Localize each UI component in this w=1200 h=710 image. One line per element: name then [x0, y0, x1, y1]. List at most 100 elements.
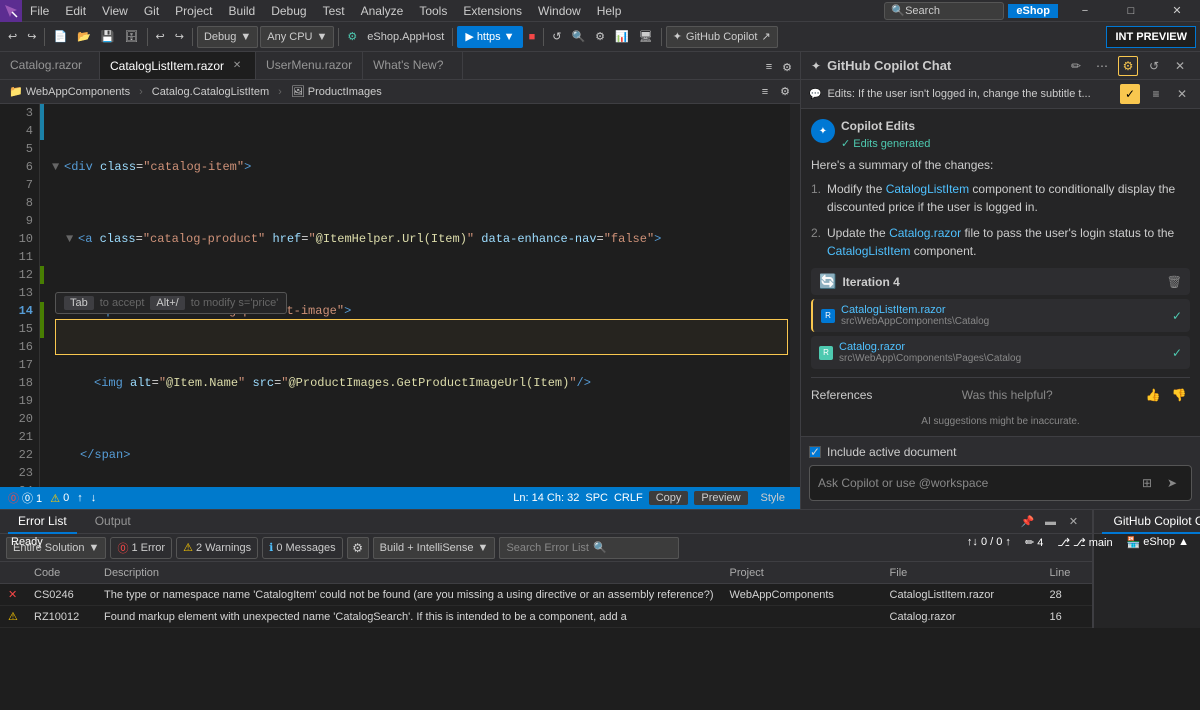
run-button[interactable]: ▶ https ▼ [457, 26, 522, 48]
down-arrow-icon[interactable]: ↓ [91, 492, 97, 504]
status-branch[interactable]: ⎇ ⎇ main [1054, 536, 1115, 549]
copilot-send-button[interactable]: ➤ [1161, 472, 1183, 494]
error-row-cs0246[interactable]: ✕ CS0246 The type or namespace name 'Cat… [0, 584, 1092, 606]
panel-minimize-button[interactable]: ▬ [1041, 512, 1061, 532]
menu-test[interactable]: Test [315, 0, 353, 22]
copilot-apply-button[interactable]: ✓ [1120, 84, 1140, 104]
close-button[interactable]: ✕ [1154, 0, 1200, 22]
save-all-button[interactable]: 🗄 [121, 25, 143, 49]
tab-error-list[interactable]: Error List [8, 510, 77, 534]
copilot-link-catalog-razor[interactable]: Catalog.razor [889, 226, 961, 240]
tab-settings-button[interactable]: ⚙ [778, 55, 796, 79]
menu-project[interactable]: Project [167, 0, 220, 22]
status-ready[interactable]: Ready [8, 536, 46, 548]
collapse-4[interactable]: ▼ [66, 230, 78, 248]
style-button[interactable]: Style [754, 491, 792, 505]
warning-row-rz10012[interactable]: ⚠ RZ10012 Found markup element with unex… [0, 606, 1092, 628]
undo-button[interactable]: ↩ [152, 25, 169, 49]
redo-button[interactable]: ↪ [171, 25, 188, 49]
editor-scrollbar[interactable] [790, 104, 800, 487]
copilot-body[interactable]: ✦ Copilot Edits ✓ Edits generated Here's… [801, 109, 1200, 436]
status-nav[interactable]: ↑↓ 0 / 0 ↑ [964, 536, 1014, 549]
menu-file[interactable]: File [22, 0, 57, 22]
platform-dropdown[interactable]: Any CPU ▼ [260, 26, 334, 48]
path-bar-expand[interactable]: ⚙ [776, 80, 794, 104]
forward-button[interactable]: ↪ [23, 25, 40, 49]
include-active-doc-checkbox[interactable]: ✓ [809, 446, 821, 458]
iteration-ref[interactable]: 🔄 Iteration 4 🗑 [811, 268, 1190, 295]
back-button[interactable]: ↩ [4, 25, 21, 49]
build-dropdown[interactable]: Build + IntelliSense ▼ [373, 537, 496, 559]
copilot-input-row[interactable]: Ask Copilot or use @workspace ⊞ ➤ [809, 465, 1192, 501]
menu-window[interactable]: Window [530, 0, 589, 22]
error-filter-icon[interactable]: ⚙ [347, 537, 369, 559]
copilot-grid-icon[interactable]: ⊞ [1136, 472, 1158, 494]
collapse-3[interactable]: ▼ [52, 158, 64, 176]
status-eshop[interactable]: 🏪 eShop ▲ [1124, 536, 1192, 549]
menu-edit[interactable]: Edit [57, 0, 94, 22]
file-ref-cataloglistitem[interactable]: R CatalogListItem.razor src\WebAppCompon… [811, 299, 1190, 332]
github-copilot-button[interactable]: ✦ GitHub Copilot ↗ [666, 26, 778, 48]
copilot-close-button[interactable]: ✕ [1170, 56, 1190, 76]
menu-analyze[interactable]: Analyze [353, 0, 412, 22]
panel-close-button[interactable]: ✕ [1064, 512, 1084, 532]
tab-whats-new[interactable]: What's New? [363, 52, 463, 79]
file-ref-catalog-razor[interactable]: R Catalog.razor src\WebApp\Components\Pa… [811, 336, 1190, 369]
copy-button[interactable]: Copy [649, 491, 689, 505]
col-description[interactable]: Description [96, 567, 722, 579]
path-bar-settings[interactable]: ≡ [758, 80, 772, 104]
toolbar-btn-10[interactable]: 🖥 [635, 25, 657, 49]
editor-area[interactable]: Tab to accept Alt+/ to modify s='price' … [0, 104, 800, 487]
up-arrow-icon[interactable]: ↑ [77, 492, 83, 504]
toolbar-btn-8[interactable]: ⚙ [591, 25, 609, 49]
tab-list-button[interactable]: ≡ [762, 55, 776, 79]
bottom-tab-copilot[interactable]: GitHub Copilot Chat [1102, 510, 1200, 534]
tab-output[interactable]: Output [85, 510, 141, 534]
hint-tab-label[interactable]: Tab [64, 296, 94, 310]
copilot-link-cataloglistitem-2[interactable]: CatalogListItem [827, 244, 910, 258]
menu-help[interactable]: Help [589, 0, 630, 22]
maximize-button[interactable]: □ [1108, 0, 1154, 22]
save-button[interactable]: 💾 [97, 25, 119, 49]
copilot-link-cataloglistitem-1[interactable]: CatalogListItem [886, 182, 969, 196]
col-file[interactable]: File [882, 567, 1042, 579]
copilot-refresh-button[interactable]: ↺ [1144, 56, 1164, 76]
minimize-button[interactable]: − [1062, 0, 1108, 22]
col-project[interactable]: Project [722, 567, 882, 579]
apphost-label[interactable]: eShop.AppHost [363, 25, 448, 49]
error-count-badge[interactable]: ⓪ 1 Error [110, 537, 172, 559]
tab-catalog-razor[interactable]: Catalog.razor [0, 52, 100, 79]
status-pencil[interactable]: ✏ 4 [1022, 536, 1046, 549]
config-dropdown[interactable]: Debug ▼ [197, 26, 258, 48]
menu-build[interactable]: Build [221, 0, 264, 22]
iteration-trash-icon[interactable]: 🗑 [1167, 275, 1182, 289]
copilot-compose-button[interactable]: ✏ [1066, 56, 1086, 76]
warning-count-badge[interactable]: ⚠ 2 Warnings [176, 537, 258, 559]
path-webappcomponents[interactable]: 📁 WebAppComponents [6, 85, 133, 98]
col-code[interactable]: Code [26, 567, 96, 579]
path-cataloglistitem[interactable]: Catalog.CatalogListItem [149, 86, 272, 98]
thumbs-down-button[interactable]: 👎 [1168, 384, 1190, 406]
tab-cataloglistitem-close-icon[interactable]: ✕ [229, 58, 245, 74]
int-preview-button[interactable]: INT PREVIEW [1106, 26, 1196, 48]
copilot-history-button[interactable]: ⋯ [1092, 56, 1112, 76]
panel-pin-button[interactable]: 📌 [1018, 512, 1038, 532]
thumbs-up-button[interactable]: 👍 [1142, 384, 1164, 406]
menu-git[interactable]: Git [136, 0, 167, 22]
error-table[interactable]: Code Description Project File Line ✕ CS0… [0, 562, 1092, 628]
restart-button[interactable]: ↺ [548, 25, 565, 49]
path-productimages[interactable]: 🖼 ProductImages [288, 85, 385, 98]
toolbar-btn-9[interactable]: 📊 [611, 25, 633, 49]
open-button[interactable]: 📂 [73, 25, 95, 49]
tab-usermenu-razor[interactable]: UserMenu.razor [256, 52, 363, 79]
menu-extensions[interactable]: Extensions [455, 0, 530, 22]
menu-view[interactable]: View [94, 0, 136, 22]
references-label[interactable]: References [811, 388, 872, 402]
new-file-button[interactable]: 📄 [49, 25, 71, 49]
menu-debug[interactable]: Debug [263, 0, 314, 22]
copilot-settings-button[interactable]: ⚙ [1118, 56, 1138, 76]
col-line[interactable]: Line [1042, 567, 1092, 579]
message-count-badge[interactable]: ℹ 0 Messages [262, 537, 343, 559]
tab-cataloglistitem-razor[interactable]: CatalogListItem.razor ✕ [100, 52, 256, 79]
copilot-expand-button[interactable]: ≡ [1146, 84, 1166, 104]
